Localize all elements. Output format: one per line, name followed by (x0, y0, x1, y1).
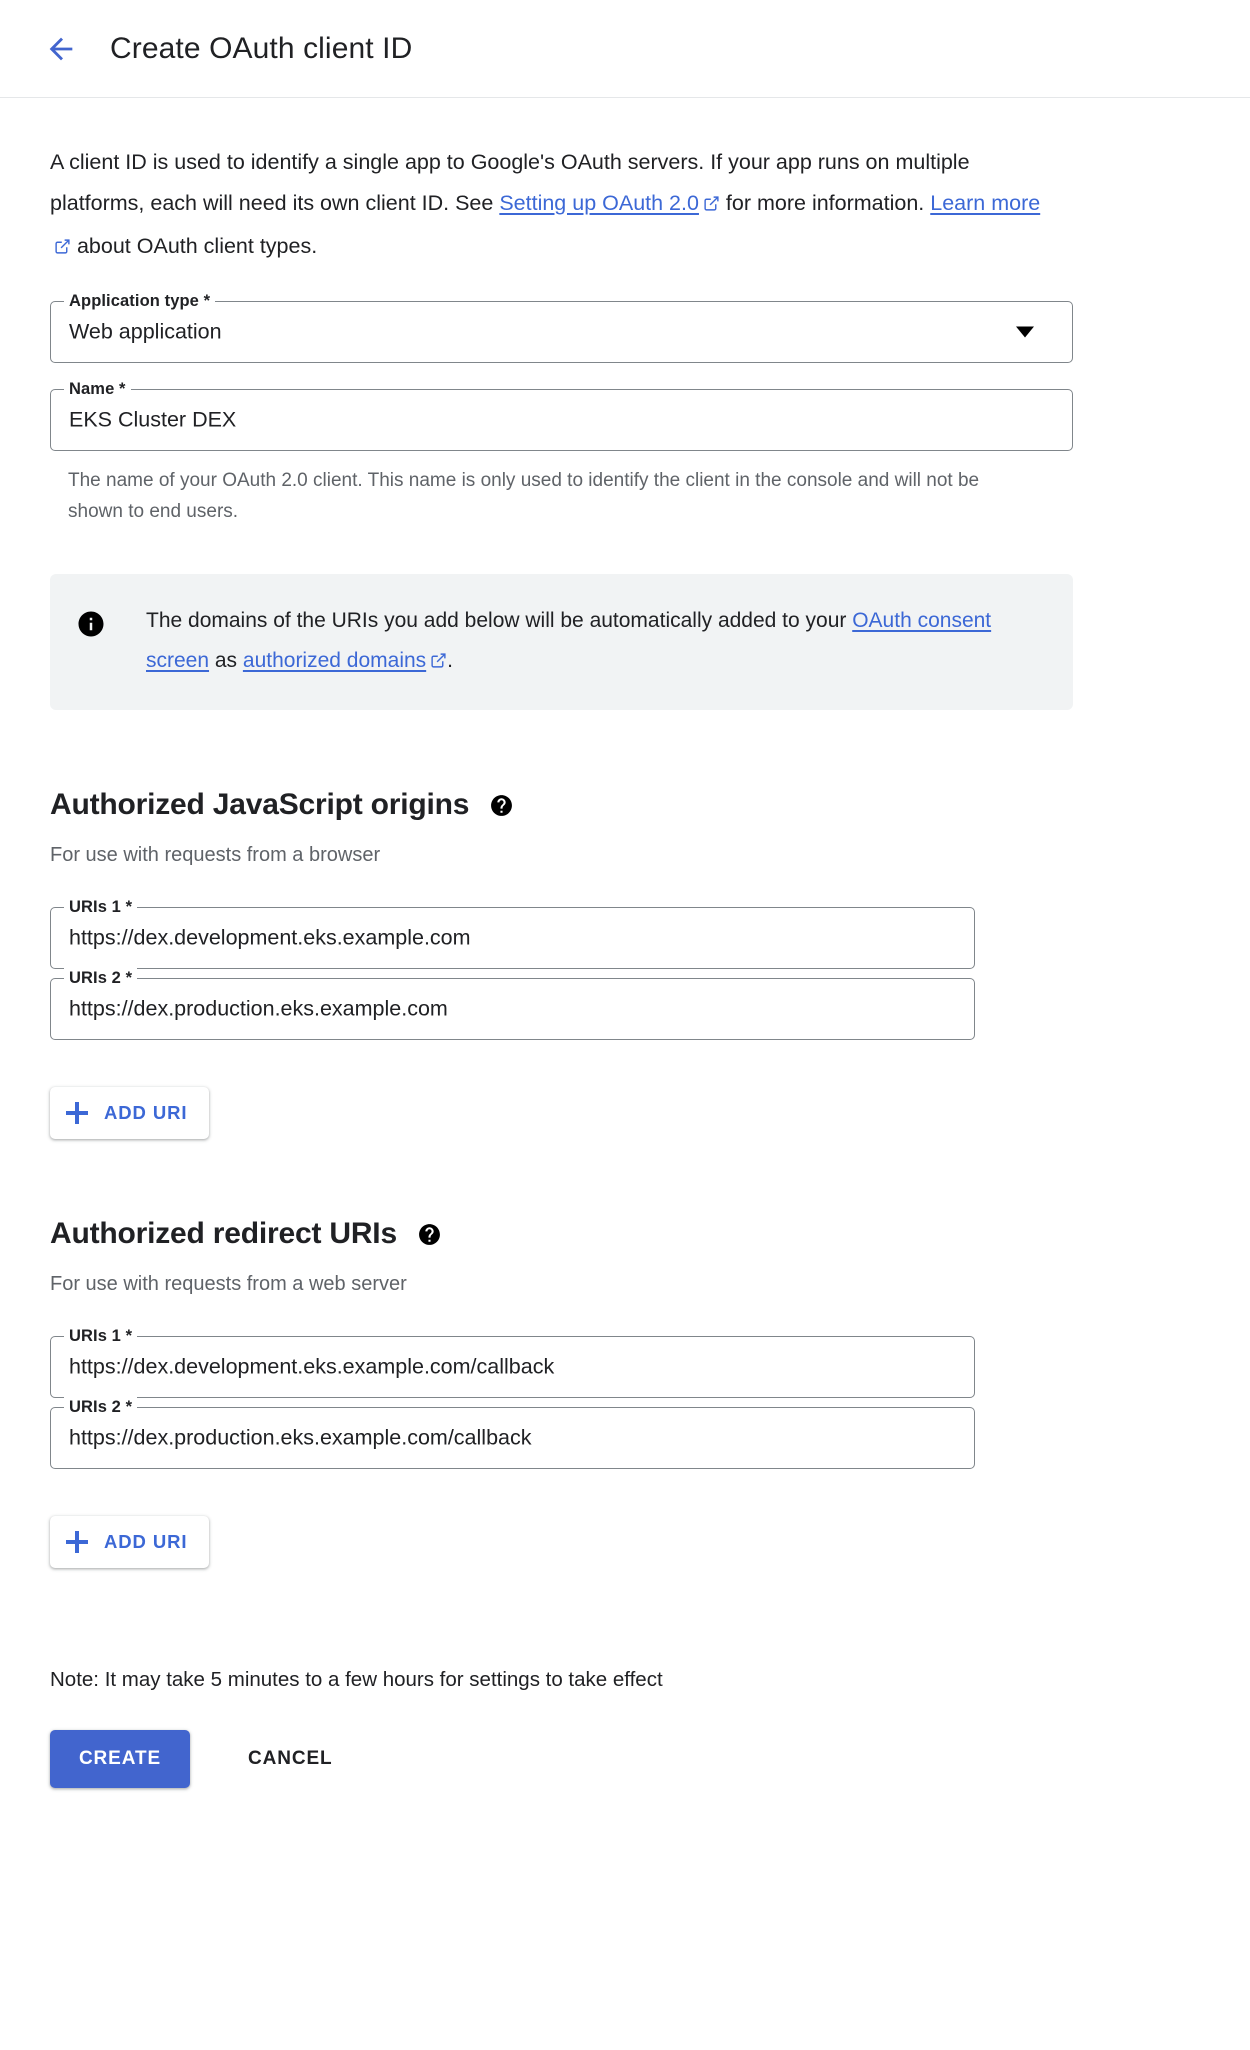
authorized-domains-link-label: authorized domains (243, 649, 426, 672)
help-icon[interactable] (417, 1222, 442, 1247)
external-link-icon (703, 185, 720, 226)
javascript-origin-uri-label-2: URIs 2 * (64, 968, 137, 988)
application-type-value: Web application (69, 320, 222, 345)
help-icon[interactable] (489, 793, 514, 818)
redirect-uris-title: Authorized redirect URIs (50, 1217, 397, 1251)
redirect-uris-subtitle: For use with requests from a web server (50, 1273, 1250, 1296)
intro-paragraph: A client ID is used to identify a single… (50, 142, 1060, 269)
name-helper-text: The name of your OAuth 2.0 client. This … (68, 465, 1018, 527)
add-redirect-uri-button[interactable]: ADD URI (50, 1516, 209, 1568)
add-javascript-origin-uri-label: ADD URI (104, 1102, 187, 1124)
redirect-uri-label-1: URIs 1 * (64, 1326, 137, 1346)
name-value: EKS Cluster DEX (69, 408, 236, 433)
plus-icon (66, 1102, 88, 1124)
javascript-origin-uri-value-1: https://dex.development.eks.example.com (69, 926, 471, 951)
redirect-uri-input-2[interactable]: URIs 2 * https://dex.production.eks.exam… (50, 1407, 975, 1469)
page-header: Create OAuth client ID (0, 0, 1250, 98)
intro-text-2: for more information. (720, 191, 930, 215)
info-text-1: The domains of the URIs you add below wi… (146, 609, 852, 632)
javascript-origins-title: Authorized JavaScript origins (50, 788, 469, 822)
setting-up-oauth-link[interactable]: Setting up OAuth 2.0 (499, 191, 699, 215)
redirect-uris-title-row: Authorized redirect URIs (50, 1217, 1250, 1251)
authorized-domains-link[interactable]: authorized domains (243, 649, 426, 672)
chevron-down-icon (1016, 327, 1034, 338)
redirect-uri-label-2: URIs 2 * (64, 1397, 137, 1417)
application-type-select[interactable]: Application type * Web application (50, 301, 1073, 363)
javascript-origins-subtitle: For use with requests from a browser (50, 844, 1250, 867)
redirect-uri-value-2: https://dex.production.eks.example.com/c… (69, 1426, 531, 1451)
redirect-uris-section: Authorized redirect URIs For use with re… (50, 1217, 1250, 1568)
javascript-origin-uri-input-2[interactable]: URIs 2 * https://dex.production.eks.exam… (50, 978, 975, 1040)
info-banner-text: The domains of the URIs you add below wi… (146, 601, 1049, 683)
external-link-icon (54, 228, 71, 269)
info-banner: The domains of the URIs you add below wi… (50, 574, 1073, 710)
javascript-origin-uri-input-1[interactable]: URIs 1 * https://dex.development.eks.exa… (50, 907, 975, 969)
cancel-button[interactable]: CANCEL (226, 1730, 355, 1788)
page-title: Create OAuth client ID (110, 32, 412, 66)
javascript-origins-title-row: Authorized JavaScript origins (50, 788, 1250, 822)
form-footer: Note: It may take 5 minutes to a few hou… (50, 1668, 1250, 1788)
external-link-icon (430, 643, 447, 683)
plus-icon (66, 1531, 88, 1553)
info-text-2: as (209, 649, 243, 672)
javascript-origin-uri-value-2: https://dex.production.eks.example.com (69, 997, 448, 1022)
info-text-3: . (447, 649, 453, 672)
name-label: Name * (64, 379, 131, 399)
page-content: A client ID is used to identify a single… (0, 98, 1250, 1788)
redirect-uri-input-1[interactable]: URIs 1 * https://dex.development.eks.exa… (50, 1336, 975, 1398)
create-button[interactable]: CREATE (50, 1730, 190, 1788)
redirect-uri-value-1: https://dex.development.eks.example.com/… (69, 1355, 554, 1380)
learn-more-link-label: Learn more (930, 191, 1040, 215)
arrow-back-icon (44, 32, 78, 66)
javascript-origin-uri-label-1: URIs 1 * (64, 897, 137, 917)
add-javascript-origin-uri-button[interactable]: ADD URI (50, 1087, 209, 1139)
learn-more-link[interactable]: Learn more (930, 191, 1040, 215)
settings-note: Note: It may take 5 minutes to a few hou… (50, 1668, 1250, 1692)
javascript-origins-section: Authorized JavaScript origins For use wi… (50, 788, 1250, 1139)
info-icon (76, 609, 106, 639)
form-actions: CREATE CANCEL (50, 1730, 1250, 1788)
intro-text-3: about OAuth client types. (71, 234, 317, 258)
add-redirect-uri-label: ADD URI (104, 1531, 187, 1553)
name-input[interactable]: Name * EKS Cluster DEX (50, 389, 1073, 451)
application-type-label: Application type * (64, 291, 215, 311)
setting-up-oauth-link-label: Setting up OAuth 2.0 (499, 191, 699, 215)
back-button[interactable] (38, 26, 84, 72)
